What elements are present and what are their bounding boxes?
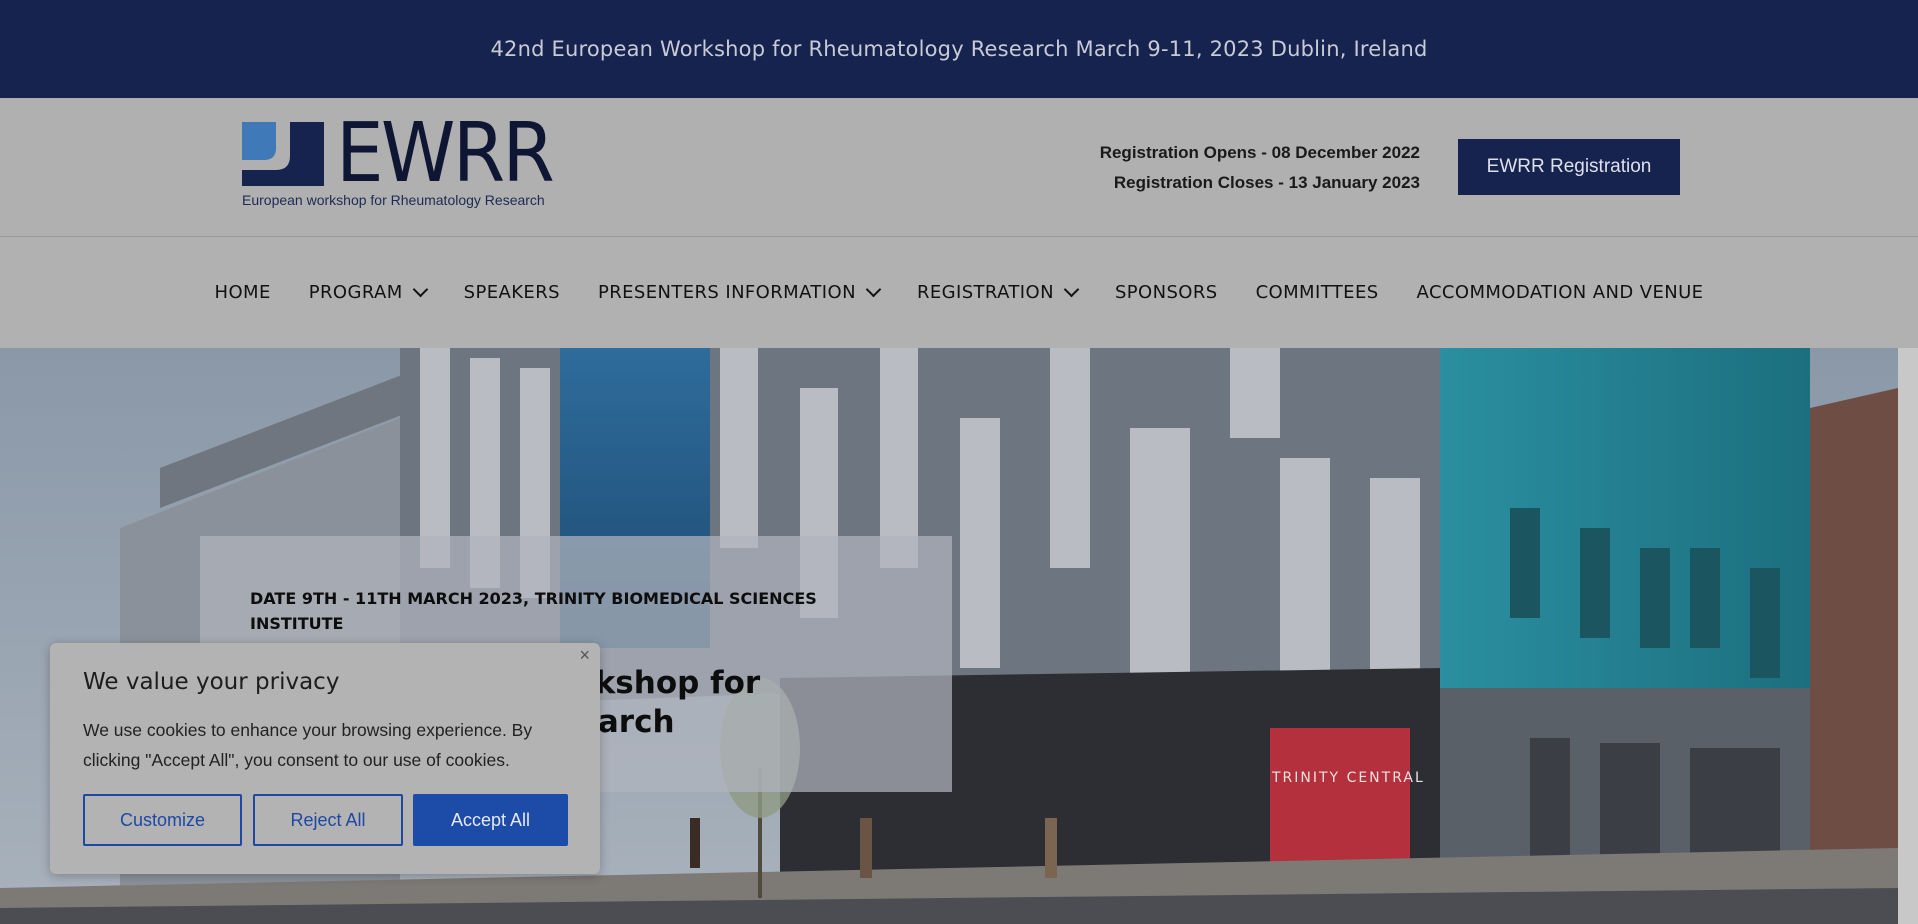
hero-date-line: DATE 9TH - 11TH MARCH 2023, TRINITY BIOM… — [250, 589, 817, 633]
accept-all-button[interactable]: Accept All — [413, 794, 568, 846]
nav-item-label: SPONSORS — [1114, 281, 1218, 303]
nav-item-registration[interactable]: REGISTRATION — [916, 281, 1080, 303]
logo-mark-icon — [242, 122, 324, 186]
announcement-text: 42nd European Workshop for Rheumatology … — [490, 37, 1428, 61]
logo-wordmark: EWRR — [336, 106, 555, 201]
nav-item-label: HOME — [214, 281, 271, 303]
nav-item-label: SPEAKERS — [463, 281, 560, 303]
chevron-down-icon — [1063, 281, 1080, 298]
close-icon[interactable]: × — [579, 645, 590, 666]
registration-opens: Registration Opens - 08 December 2022 — [1099, 143, 1420, 162]
nav-item-home[interactable]: HOME — [215, 282, 271, 303]
ewrr-registration-button[interactable]: EWRR Registration — [1458, 139, 1680, 195]
cookie-consent-banner: × We value your privacy We use cookies t… — [50, 643, 600, 874]
trinity-central-sign: TRINITY CENTRAL — [1271, 770, 1425, 786]
registration-dates: Registration Opens - 08 December 2022 Re… — [1100, 138, 1420, 198]
nav-item-presenters-information[interactable]: PRESENTERS INFORMATION — [597, 281, 882, 303]
ewrr-logo[interactable]: EWRR European workshop for Rheumatology … — [242, 108, 562, 214]
nav-item-label: COMMITTEES — [1255, 281, 1379, 303]
logo-tagline: European workshop for Rheumatology Resea… — [242, 192, 545, 208]
nav-item-speakers[interactable]: SPEAKERS — [464, 282, 560, 303]
announcement-bar: 42nd European Workshop for Rheumatology … — [0, 0, 1918, 98]
nav-item-sponsors[interactable]: SPONSORS — [1115, 282, 1218, 303]
nav-item-label: PRESENTERS INFORMATION — [597, 281, 856, 303]
cookie-description: We use cookies to enhance your browsing … — [83, 720, 533, 770]
nav-item-label: ACCOMMODATION AND VENUE — [1416, 281, 1704, 303]
customize-button[interactable]: Customize — [83, 794, 242, 846]
cookie-title: We value your privacy — [83, 669, 340, 695]
chevron-down-icon — [865, 281, 882, 298]
nav-item-label: REGISTRATION — [916, 281, 1054, 303]
nav-item-program[interactable]: PROGRAM — [308, 281, 428, 303]
page-scrollbar[interactable] — [1898, 348, 1918, 924]
nav-item-label: PROGRAM — [308, 281, 403, 303]
nav-item-committees[interactable]: COMMITTEES — [1256, 282, 1379, 303]
chevron-down-icon — [412, 281, 428, 298]
nav-item-accommodation-venue[interactable]: ACCOMMODATION AND VENUE — [1417, 282, 1704, 303]
reject-all-button[interactable]: Reject All — [253, 794, 403, 846]
main-nav: HOME PROGRAM SPEAKERS PRESENTERS INFORMA… — [0, 237, 1918, 347]
registration-closes: Registration Closes - 13 January 2023 — [1113, 173, 1420, 192]
